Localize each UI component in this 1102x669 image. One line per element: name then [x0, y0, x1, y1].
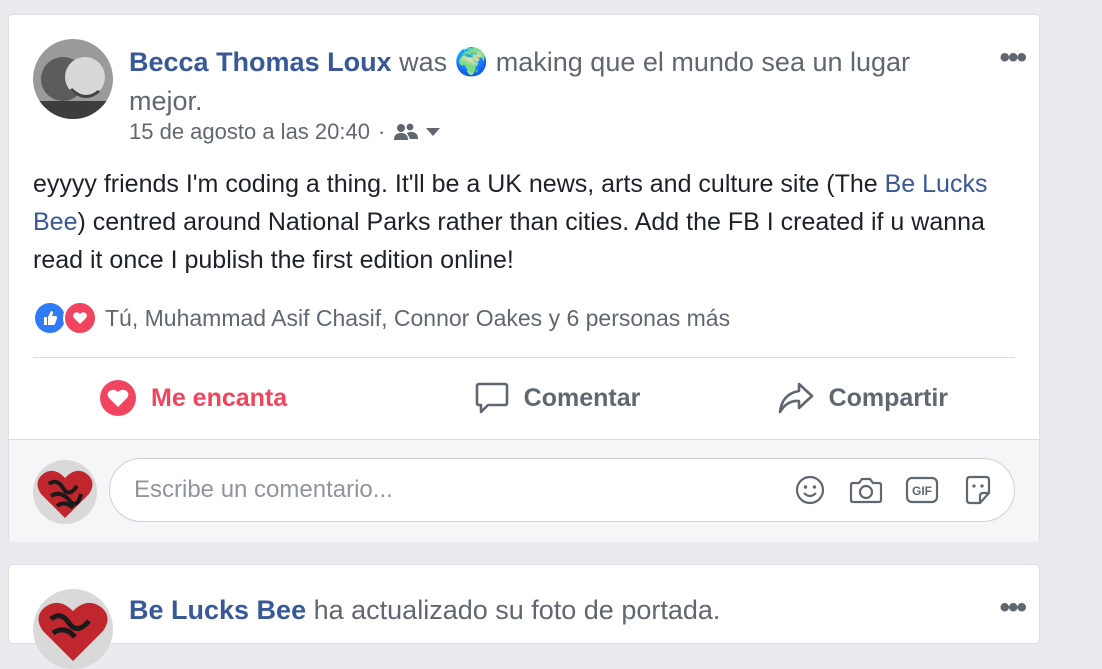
camera-icon[interactable] — [848, 472, 884, 508]
like-reaction-icon — [33, 301, 67, 335]
timestamp[interactable]: 15 de agosto a las 20:40 — [129, 119, 370, 145]
more-options-icon[interactable]: ••• — [999, 41, 1026, 75]
meta-separator: · — [377, 119, 386, 144]
love-reaction-icon — [63, 301, 97, 335]
post-card-2: Be Lucks Bee ha actualizado su foto de p… — [8, 564, 1040, 669]
comment-tools: GIF — [792, 472, 1014, 508]
author-avatar[interactable] — [33, 39, 113, 119]
post-body: eyyyy friends I'm coding a thing. It'll … — [33, 165, 1023, 279]
love-button-label: Me encanta — [151, 383, 288, 412]
comment-field: GIF — [109, 458, 1015, 522]
page-avatar[interactable] — [33, 589, 113, 669]
share-button[interactable]: Compartir — [710, 363, 1015, 433]
page-name[interactable]: Be Lucks Bee — [129, 595, 306, 625]
current-user-avatar[interactable] — [33, 460, 97, 524]
comment-button-label: Comentar — [523, 383, 641, 412]
reactions-text[interactable]: Tú, Muhammad Asif Chasif, Connor Oakes y… — [105, 305, 730, 332]
was-text: was — [399, 47, 448, 77]
action-bar: Me encanta Comentar Compartir — [33, 363, 1015, 433]
post-meta: 15 de agosto a las 20:40 · — [129, 119, 441, 145]
post2-header: Be Lucks Bee ha actualizado su foto de p… — [129, 595, 720, 626]
globe-emoji-icon: 🌍 — [454, 47, 489, 77]
emoji-icon[interactable] — [792, 472, 828, 508]
body-text-part1: eyyyy friends I'm coding a thing. It'll … — [33, 170, 885, 198]
gif-icon[interactable]: GIF — [904, 472, 940, 508]
audience-friends-icon[interactable] — [393, 123, 441, 141]
comment-bubble-icon — [475, 382, 508, 414]
heart-icon — [100, 380, 136, 416]
post-card: Becca Thomas Loux was 🌍 making que el mu… — [8, 14, 1040, 542]
share-arrow-icon — [778, 382, 813, 414]
share-button-label: Compartir — [828, 383, 949, 412]
reactions-summary[interactable]: Tú, Muhammad Asif Chasif, Connor Oakes y… — [33, 301, 730, 335]
post2-activity: ha actualizado su foto de portada. — [313, 595, 721, 625]
love-button[interactable]: Me encanta — [33, 363, 404, 433]
more-options-icon-2[interactable]: ••• — [999, 591, 1026, 625]
reactions-divider — [33, 357, 1015, 358]
comment-composer: GIF — [9, 439, 1039, 542]
reaction-icons — [33, 301, 97, 335]
comment-input[interactable] — [132, 475, 792, 505]
post-header: Becca Thomas Loux was 🌍 making que el mu… — [129, 43, 959, 121]
author-name[interactable]: Becca Thomas Loux — [129, 47, 392, 77]
body-text-part2: ) centred around National Parks rather t… — [33, 208, 985, 274]
sticker-icon[interactable] — [960, 472, 996, 508]
svg-text:GIF: GIF — [912, 484, 932, 498]
comment-button[interactable]: Comentar — [404, 363, 709, 433]
chevron-down-icon — [426, 128, 441, 136]
